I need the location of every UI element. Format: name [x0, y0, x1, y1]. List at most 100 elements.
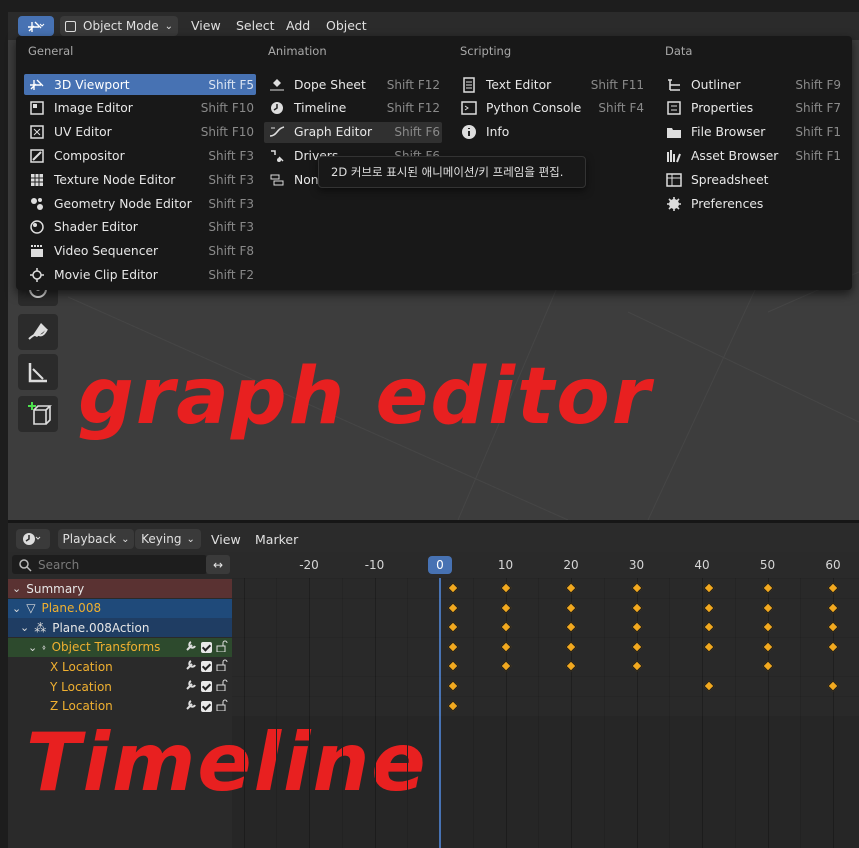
channel-label: Summary: [26, 581, 85, 596]
menu-item-spreadsheet[interactable]: Spreadsheet: [661, 169, 843, 190]
geometry-node-icon: [28, 196, 46, 212]
timeline-icon: [268, 100, 286, 116]
menu-item-geometry-node-editor[interactable]: Geometry Node Editor Shift F3: [24, 193, 256, 214]
menu-add[interactable]: Add: [286, 18, 310, 33]
menu-item-shortcut: Shift F10: [200, 101, 254, 116]
chevron-down-icon[interactable]: ⌄: [12, 602, 21, 615]
menu-item-label: Outliner: [691, 77, 741, 92]
menu-item-outliner[interactable]: Outliner Shift F9: [661, 74, 843, 95]
dope-sheet-icon: [268, 77, 286, 93]
annotate-tool[interactable]: [18, 314, 58, 350]
playback-menu[interactable]: Playback ⌄: [58, 529, 134, 549]
menu-item-3d-viewport[interactable]: 3D Viewport Shift F5: [24, 74, 256, 95]
info-icon: [460, 124, 478, 140]
menu-select[interactable]: Select: [236, 18, 275, 33]
swap-icon[interactable]: ↔: [206, 555, 230, 574]
current-frame-indicator[interactable]: 0: [428, 556, 452, 574]
menu-item-label: Asset Browser: [691, 148, 779, 163]
ruler-label: -10: [364, 558, 385, 572]
menu-item-shortcut: Shift F7: [795, 101, 841, 116]
menu-column-title: Data: [665, 44, 693, 58]
chevron-down-icon[interactable]: ⌄: [20, 621, 29, 634]
mode-selector[interactable]: Object Mode ⌄: [60, 16, 178, 36]
channel-label: Y Location: [50, 679, 112, 694]
channel-row[interactable]: ⌄ ⁂ Plane.008Action: [8, 618, 232, 638]
unlock-icon[interactable]: [216, 659, 228, 674]
wrench-icon[interactable]: [185, 659, 197, 674]
menu-item-python-console[interactable]: Python Console Shift F4: [456, 98, 646, 119]
menu-item-uv-editor[interactable]: UV Editor Shift F10: [24, 122, 256, 143]
checkbox-icon[interactable]: [201, 661, 212, 673]
editor-type-button[interactable]: [18, 16, 54, 36]
unlock-icon[interactable]: [216, 679, 228, 694]
keying-menu[interactable]: Keying ⌄: [135, 529, 201, 549]
menu-item-graph-editor[interactable]: Graph Editor Shift F6: [264, 121, 442, 143]
ruler-label: 30: [628, 558, 645, 572]
channel-label: Z Location: [50, 699, 113, 714]
measure-tool[interactable]: [18, 354, 58, 390]
menu-column-title: General: [28, 44, 74, 58]
action-icon: ⁂: [34, 620, 47, 635]
mode-label: Object Mode: [83, 19, 159, 33]
menu-item-label: Compositor: [54, 148, 125, 163]
search-field[interactable]: Search: [12, 555, 207, 574]
menu-item-label: Properties: [691, 101, 754, 116]
menu-view[interactable]: View: [191, 18, 221, 33]
menu-item-properties[interactable]: Properties Shift F7: [661, 98, 843, 119]
menu-item-shortcut: Shift F2: [208, 267, 254, 282]
menu-item-preferences[interactable]: Preferences: [661, 193, 843, 214]
channel-row[interactable]: ⌄ Summary: [8, 579, 232, 598]
channel-row[interactable]: X Location: [8, 657, 232, 677]
menu-item-video-sequencer[interactable]: Video Sequencer Shift F8: [24, 241, 256, 262]
nla-icon: [268, 172, 286, 188]
unlock-icon[interactable]: [216, 640, 228, 655]
menu-item-shader-editor[interactable]: Shader Editor Shift F3: [24, 217, 256, 238]
texture-node-icon: [28, 172, 46, 188]
menu-item-image-editor[interactable]: Image Editor Shift F10: [24, 98, 256, 119]
text-editor-icon: [460, 76, 478, 93]
properties-icon: [665, 100, 683, 116]
menu-item-label: Movie Clip Editor: [54, 267, 158, 282]
timeline-editor-type-button[interactable]: [16, 529, 50, 549]
channel-row[interactable]: ⌄ ▽ Plane.008: [8, 598, 232, 618]
menu-item-movie-clip-editor[interactable]: Movie Clip Editor Shift F2: [24, 264, 256, 285]
menu-object[interactable]: Object: [326, 18, 367, 33]
wrench-icon[interactable]: [185, 679, 197, 694]
3d-viewport-icon: [28, 77, 46, 93]
menu-item-asset-browser[interactable]: Asset Browser Shift F1: [661, 145, 843, 166]
menu-item-text-editor[interactable]: Text Editor Shift F11: [456, 74, 646, 95]
chevron-down-icon[interactable]: ⌄: [12, 582, 21, 595]
movie-clip-icon: [28, 267, 46, 283]
channel-toggles: [185, 659, 228, 674]
channel-row[interactable]: ⌄ ⬫ Object Transforms: [8, 637, 232, 657]
menu-item-texture-node-editor[interactable]: Texture Node Editor Shift F3: [24, 169, 256, 190]
menu-item-label: Geometry Node Editor: [54, 196, 192, 211]
unlock-icon[interactable]: [216, 699, 228, 714]
menu-item-compositor[interactable]: Compositor Shift F3: [24, 145, 256, 166]
menu-item-file-browser[interactable]: File Browser Shift F1: [661, 122, 843, 143]
channel-row[interactable]: Z Location: [8, 696, 232, 716]
menu-item-label: Texture Node Editor: [54, 172, 176, 187]
menu-item-label: Shader Editor: [54, 220, 138, 235]
add-cube-tool[interactable]: [18, 396, 58, 432]
wrench-icon[interactable]: [185, 699, 197, 714]
menu-item-label: Text Editor: [486, 77, 552, 92]
chevron-down-icon[interactable]: ⌄: [28, 641, 37, 654]
menu-item-label: Graph Editor: [294, 125, 373, 140]
checkbox-icon[interactable]: [201, 700, 212, 712]
menu-item-label: Video Sequencer: [54, 244, 159, 259]
tooltip: 2D 커브로 표시된 애니메이션/키 프레임을 편집.: [318, 156, 586, 188]
keyframe-row: [232, 677, 859, 696]
menu-item-timeline[interactable]: Timeline Shift F12: [264, 98, 442, 119]
wrench-icon[interactable]: [185, 640, 197, 655]
graph-editor-icon: [268, 124, 286, 140]
channel-row[interactable]: Y Location: [8, 677, 232, 696]
checkbox-icon[interactable]: [201, 641, 212, 653]
file-browser-icon: [665, 124, 683, 140]
asset-browser-icon: [665, 148, 683, 164]
menu-item-info[interactable]: Info: [456, 122, 646, 143]
timeline-menu-view[interactable]: View: [211, 532, 241, 547]
menu-item-dope-sheet[interactable]: Dope Sheet Shift F12: [264, 74, 442, 95]
timeline-menu-marker[interactable]: Marker: [255, 532, 298, 547]
checkbox-icon[interactable]: [201, 681, 212, 692]
